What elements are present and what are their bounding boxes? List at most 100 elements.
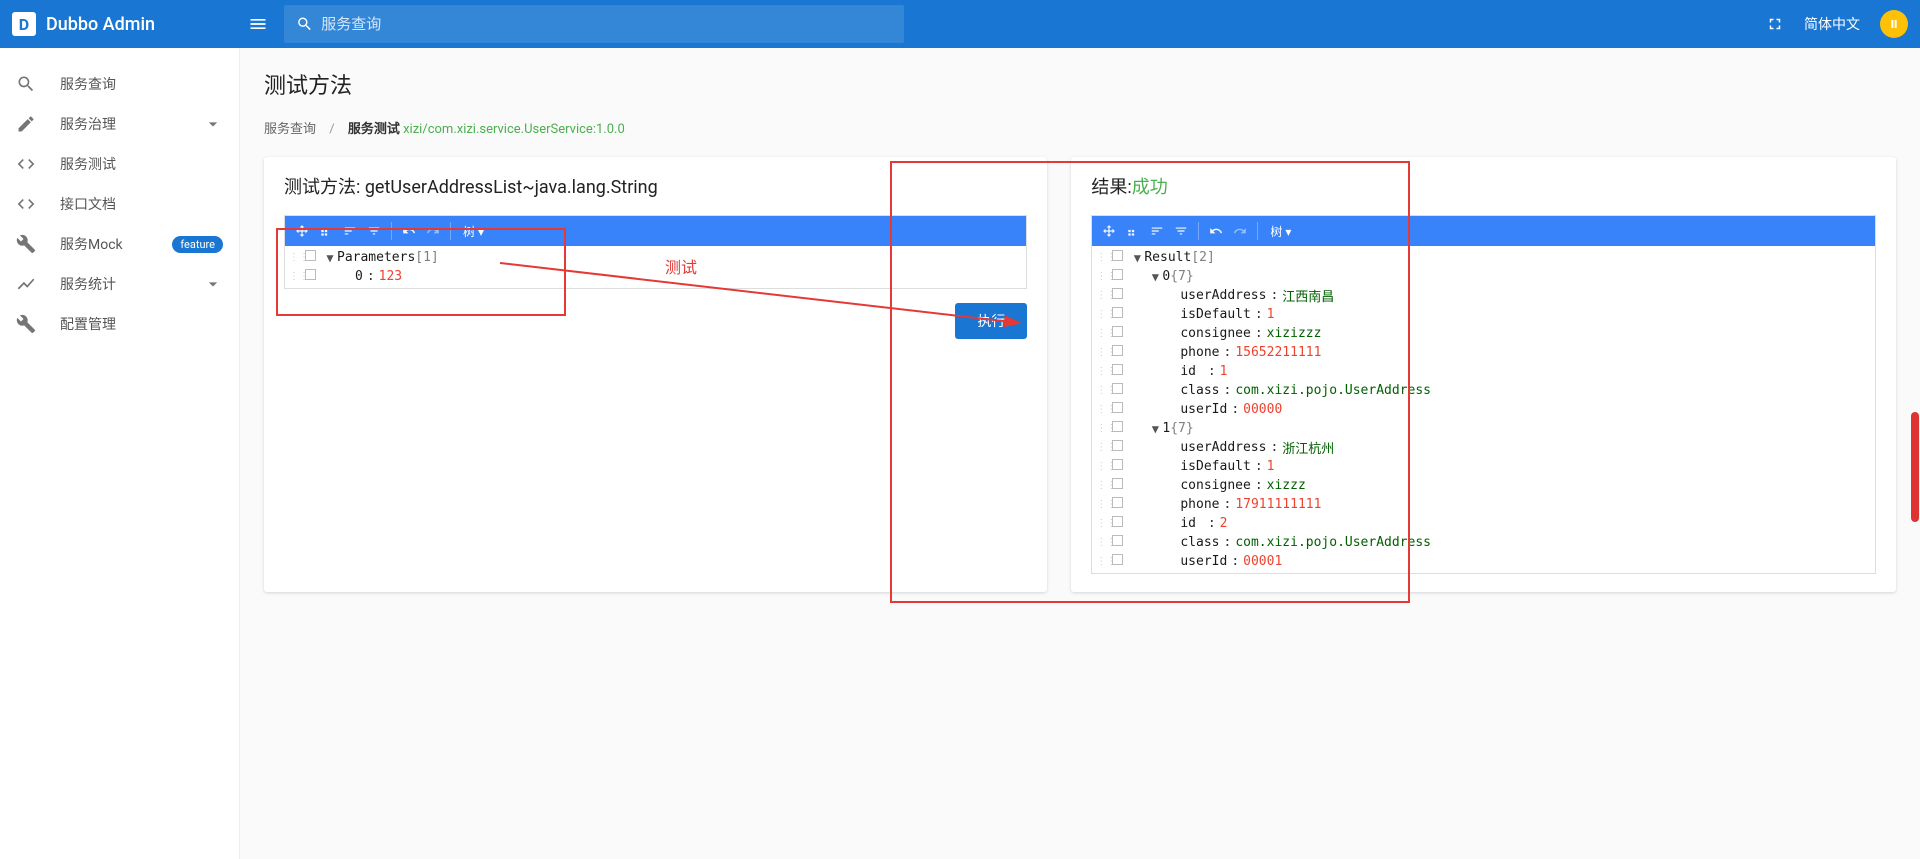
sidebar-item-4[interactable]: 服务Mockfeature	[0, 224, 239, 264]
tree-row[interactable]: ⋮⋮consignee:xizzz	[1092, 476, 1875, 495]
checkbox[interactable]	[1112, 554, 1126, 569]
checkbox[interactable]	[1112, 383, 1126, 398]
checkbox[interactable]	[1112, 402, 1126, 417]
scrollbar-thumb[interactable]	[1911, 412, 1919, 522]
tree-row[interactable]: ⋮⋮▼Result [2]	[1092, 248, 1875, 267]
tree-row[interactable]: ⋮⋮▼0 {7}	[1092, 267, 1875, 286]
breadcrumb-service[interactable]: xizi/com.xizi.service.UserService:1.0.0	[403, 122, 625, 137]
tree-row[interactable]: ⋮⋮consignee:xizizzz	[1092, 324, 1875, 343]
tree-row[interactable]: ⋮⋮class:com.xizi.pojo.UserAddress	[1092, 381, 1875, 400]
checkbox[interactable]	[1112, 535, 1126, 550]
tree-key: userAddress	[1180, 440, 1266, 455]
tree-row[interactable]: ⋮⋮userAddress:江西南昌	[1092, 286, 1875, 305]
collapse-all-icon[interactable]	[1122, 220, 1144, 242]
drag-handle-icon[interactable]: ⋮⋮	[1096, 423, 1108, 434]
drag-handle-icon[interactable]: ⋮⋮	[1096, 271, 1108, 282]
sidebar-item-1[interactable]: 服务治理	[0, 104, 239, 144]
checkbox[interactable]	[1112, 421, 1126, 436]
checkbox[interactable]	[1112, 440, 1126, 455]
filter-icon[interactable]	[1170, 220, 1192, 242]
filter-icon[interactable]	[363, 220, 385, 242]
tree-row[interactable]: ⋮⋮userAddress:浙江杭州	[1092, 438, 1875, 457]
tree-row[interactable]: ⋮⋮▼Parameters [1]	[285, 248, 1026, 267]
search-box[interactable]	[284, 5, 904, 43]
tree-row[interactable]: ⋮⋮userId:00001	[1092, 552, 1875, 571]
drag-handle-icon[interactable]: ⋮⋮	[1096, 556, 1108, 567]
sidebar-item-3[interactable]: 接口文档	[0, 184, 239, 224]
topbar: D Dubbo Admin 简体中文	[0, 0, 1920, 48]
sidebar-item-label: 服务统计	[60, 274, 116, 294]
drag-handle-icon[interactable]: ⋮⋮	[1096, 499, 1108, 510]
undo-icon[interactable]	[1205, 220, 1227, 242]
tree-row[interactable]: ⋮⋮userId:00000	[1092, 400, 1875, 419]
fullscreen-icon[interactable]	[1766, 15, 1784, 33]
drag-handle-icon[interactable]: ⋮⋮	[1096, 461, 1108, 472]
result-toolbar: 树 ▾	[1092, 216, 1875, 246]
checkbox[interactable]	[1112, 478, 1126, 493]
sidebar-item-2[interactable]: 服务测试	[0, 144, 239, 184]
undo-icon[interactable]	[398, 220, 420, 242]
checkbox[interactable]	[305, 250, 319, 265]
checkbox[interactable]	[1112, 250, 1126, 265]
caret-icon[interactable]: ▼	[1148, 270, 1162, 284]
avatar[interactable]	[1880, 10, 1908, 38]
checkbox[interactable]	[1112, 269, 1126, 284]
tree-value: {7}	[1170, 269, 1193, 284]
checkbox[interactable]	[1112, 497, 1126, 512]
tree-key: class	[1180, 535, 1219, 550]
menu-toggle-icon[interactable]	[240, 6, 276, 42]
checkbox[interactable]	[1112, 307, 1126, 322]
tree-key: isDefault	[1180, 459, 1250, 474]
mode-selector[interactable]: 树 ▾	[1270, 223, 1291, 240]
drag-handle-icon[interactable]: ⋮⋮	[1096, 328, 1108, 339]
language-selector[interactable]: 简体中文	[1804, 14, 1860, 34]
drag-handle-icon[interactable]: ⋮⋮	[1096, 290, 1108, 301]
tree-row[interactable]: ⋮⋮0:123	[285, 267, 1026, 286]
expand-all-icon[interactable]	[291, 220, 313, 242]
caret-icon[interactable]: ▼	[1148, 422, 1162, 436]
tree-row[interactable]: ⋮⋮class:com.xizi.pojo.UserAddress	[1092, 533, 1875, 552]
tree-row[interactable]: ⋮⋮isDefault:1	[1092, 457, 1875, 476]
search-input[interactable]	[321, 16, 892, 33]
tree-value: 123	[379, 269, 402, 284]
caret-icon[interactable]: ▼	[1130, 251, 1144, 265]
drag-handle-icon[interactable]: ⋮⋮	[1096, 385, 1108, 396]
wrench-icon	[16, 234, 40, 254]
checkbox[interactable]	[1112, 364, 1126, 379]
checkbox[interactable]	[1112, 288, 1126, 303]
drag-handle-icon[interactable]: ⋮⋮	[1096, 309, 1108, 320]
drag-handle-icon[interactable]: ⋮⋮	[1096, 537, 1108, 548]
execute-button[interactable]: 执行	[955, 303, 1027, 339]
drag-handle-icon[interactable]: ⋮⋮	[1096, 252, 1108, 263]
sidebar-item-6[interactable]: 配置管理	[0, 304, 239, 344]
sort-icon[interactable]	[1146, 220, 1168, 242]
caret-icon[interactable]: ▼	[323, 251, 337, 265]
drag-handle-icon[interactable]: ⋮⋮	[1096, 404, 1108, 415]
tree-row[interactable]: ⋮⋮phone:17911111111	[1092, 495, 1875, 514]
collapse-all-icon[interactable]	[315, 220, 337, 242]
checkbox[interactable]	[1112, 326, 1126, 341]
expand-all-icon[interactable]	[1098, 220, 1120, 242]
drag-handle-icon[interactable]: ⋮⋮	[289, 271, 301, 282]
checkbox[interactable]	[305, 269, 319, 284]
drag-handle-icon[interactable]: ⋮⋮	[1096, 480, 1108, 491]
sidebar-item-0[interactable]: 服务查询	[0, 64, 239, 104]
tree-row[interactable]: ⋮⋮isDefault:1	[1092, 305, 1875, 324]
checkbox[interactable]	[1112, 459, 1126, 474]
drag-handle-icon[interactable]: ⋮⋮	[1096, 366, 1108, 377]
sidebar-item-5[interactable]: 服务统计	[0, 264, 239, 304]
drag-handle-icon[interactable]: ⋮⋮	[1096, 518, 1108, 529]
tree-row[interactable]: ⋮⋮id :1	[1092, 362, 1875, 381]
tree-row[interactable]: ⋮⋮▼1 {7}	[1092, 419, 1875, 438]
checkbox[interactable]	[1112, 345, 1126, 360]
drag-handle-icon[interactable]: ⋮⋮	[1096, 347, 1108, 358]
sort-icon[interactable]	[339, 220, 361, 242]
tree-row[interactable]: ⋮⋮phone:15652211111	[1092, 343, 1875, 362]
mode-selector[interactable]: 树 ▾	[463, 223, 484, 240]
drag-handle-icon[interactable]: ⋮⋮	[289, 252, 301, 263]
breadcrumb-root[interactable]: 服务查询	[264, 122, 316, 137]
checkbox[interactable]	[1112, 516, 1126, 531]
tree-key: Result	[1144, 250, 1191, 265]
tree-row[interactable]: ⋮⋮id :2	[1092, 514, 1875, 533]
drag-handle-icon[interactable]: ⋮⋮	[1096, 442, 1108, 453]
